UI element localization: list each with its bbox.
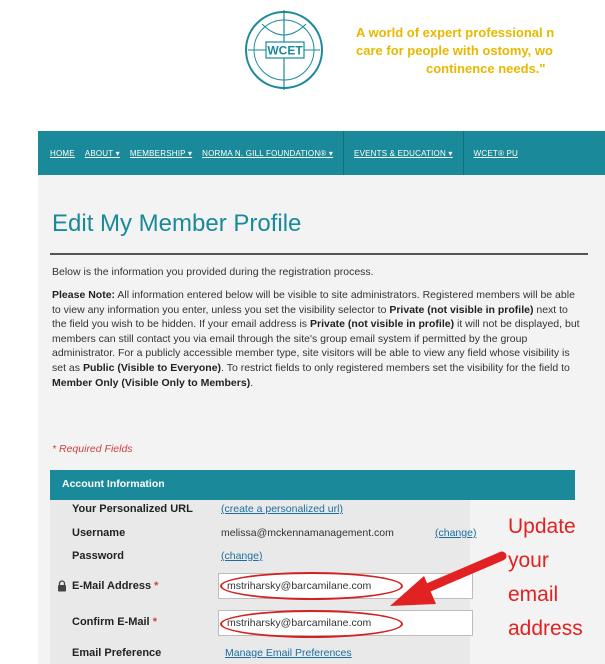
email-preference-label: Email Preference — [72, 647, 162, 659]
annotation-line: email — [508, 583, 559, 606]
highlight-oval — [220, 610, 403, 638]
lock-icon — [58, 580, 66, 592]
nav-foundation[interactable]: NORMA N. GILL FOUNDATION® ▾ — [202, 149, 333, 158]
username-value: melissa@mckennamanagement.com — [221, 527, 394, 539]
tagline-line-2: care for people with ostomy, wo — [356, 43, 553, 58]
manage-email-preferences-link[interactable]: Manage Email Preferences — [225, 647, 352, 659]
email-label-text: E-Mail Address — [72, 580, 152, 592]
nav-about[interactable]: ABOUT ▾ — [85, 149, 120, 158]
change-username-link[interactable]: (change) — [435, 527, 476, 539]
tagline: A world of expert professional n care fo… — [356, 24, 605, 78]
annotation-line: Update — [508, 515, 576, 538]
annotation-line: your — [508, 549, 549, 572]
required-star: * — [154, 580, 159, 592]
intro-text: Below is the information you provided du… — [52, 266, 374, 278]
nav-events-education[interactable]: EVENTS & EDUCATION ▾ — [354, 149, 453, 158]
nav-divider — [343, 131, 345, 175]
visibility-note: Please Note: All information entered bel… — [52, 288, 582, 390]
confirm-email-label: Confirm E-Mail * — [72, 616, 157, 628]
red-arrow-icon — [390, 551, 507, 606]
note-text: . To restrict fields to only registered … — [221, 361, 570, 374]
logo-text: WCET — [267, 44, 303, 58]
main-nav: HOME ABOUT ▾ MEMBERSHIP ▾ NORMA N. GILL … — [38, 131, 605, 175]
wcet-logo[interactable]: WCET — [240, 6, 328, 94]
note-label: Please Note: — [52, 289, 116, 301]
nav-membership[interactable]: MEMBERSHIP ▾ — [130, 149, 192, 158]
annotation-line: address — [508, 617, 583, 640]
nav-home[interactable]: HOME — [50, 149, 75, 158]
page-title: Edit My Member Profile — [52, 210, 302, 237]
note-private-term: Private (not visible in profile) — [389, 303, 534, 316]
tagline-line-3: continence needs." — [426, 61, 546, 76]
username-label: Username — [72, 527, 126, 539]
highlight-oval — [220, 572, 403, 600]
site-header: WCET A world of expert professional n ca… — [0, 0, 605, 130]
note-public-term: Public (Visible to Everyone) — [82, 361, 222, 374]
required-star: * — [152, 616, 157, 628]
note-text: . — [250, 376, 254, 389]
confirm-email-label-text: Confirm E-Mail — [72, 616, 150, 628]
email-label: E-Mail Address * — [72, 580, 158, 592]
account-info-header: Account Information — [50, 470, 575, 500]
personalized-url-label: Your Personalized URL — [72, 503, 193, 515]
note-member-only-term: Member Only (Visible Only to Members) — [52, 376, 251, 389]
title-divider — [50, 253, 588, 255]
tagline-line-1: A world of expert professional n — [356, 25, 555, 40]
update-email-annotation: Update your email address — [508, 510, 605, 646]
note-private-term: Private (not visible in profile) — [309, 318, 455, 331]
password-label: Password — [72, 550, 124, 562]
nav-publications[interactable]: WCET® PU — [474, 149, 518, 158]
create-personalized-url-link[interactable]: (create a personalized url) — [221, 503, 343, 515]
nav-divider — [462, 131, 464, 175]
required-fields-note: * Required Fields — [52, 443, 133, 455]
change-password-link[interactable]: (change) — [221, 550, 262, 562]
